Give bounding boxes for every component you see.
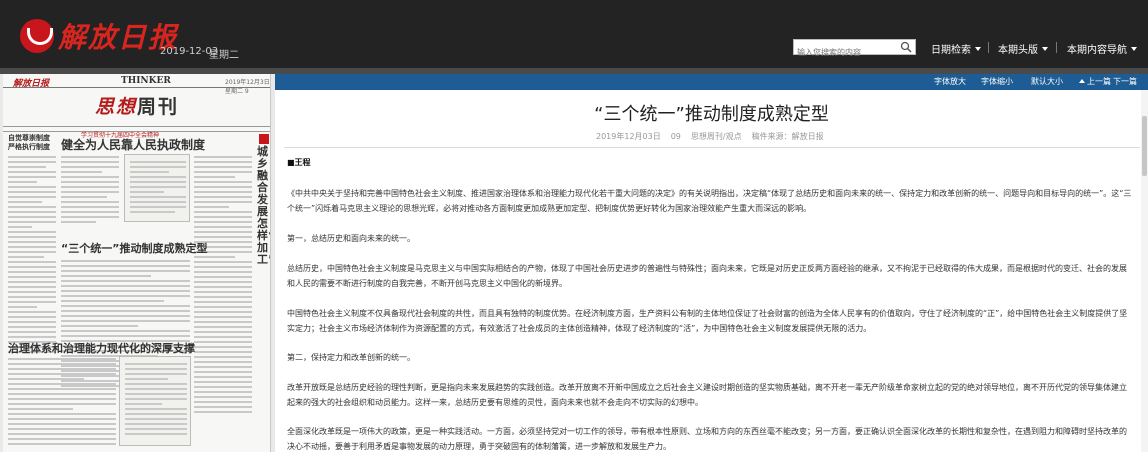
font-smaller-button[interactable]: 字体缩小 (981, 76, 1013, 87)
thumbnail-logo: 解放日报 (13, 79, 50, 89)
divider (284, 147, 1140, 148)
thumbnail-masthead: 解放日报 THINKER 2019年12月3日 星期二 9 (3, 74, 270, 95)
logo-emblem-icon (20, 19, 54, 53)
article-panel: 字体放大 字体缩小 默认大小 上一篇 下一篇 “三个统一”推动制度成熟定型 20… (275, 74, 1148, 452)
top-header: 解放日报 2019-12-03 星期二 日期检索 本期头版 本期内容导航 (0, 0, 1148, 68)
scrollbar-thumb[interactable] (1142, 116, 1147, 176)
chevron-down-icon (975, 46, 981, 51)
thumbnail-sidebar-box (119, 356, 191, 446)
search-box (793, 39, 916, 60)
thumbnail-text-block (61, 156, 119, 226)
font-larger-button[interactable]: 字体放大 (934, 76, 966, 87)
nav-content-navigation-label: 本期内容导航 (1067, 45, 1127, 56)
article-paragraph: 中国特色社会主义制度不仅具备现代社会制度的共性，而且具有独特的制度优势。在经济制… (287, 309, 1128, 333)
thumbnail-main-headline[interactable]: 健全为人民靠人民执政制度 (61, 136, 205, 153)
nav-date-search-label: 日期检索 (931, 45, 971, 56)
article-paragraph: 第一，总结历史和面向未来的统一。 (287, 234, 415, 243)
thumbnail-bottom-headline[interactable]: 治理体系和治理能力现代化的深厚支撑 (8, 340, 195, 356)
site-logo[interactable]: 解放日报 (20, 16, 178, 56)
thumbnail-red-tag (259, 134, 269, 144)
font-default-button[interactable]: 默认大小 (1031, 76, 1063, 87)
next-article-button[interactable]: 下一篇 (1113, 76, 1137, 87)
article-section[interactable]: 思想周刊/观点 (691, 132, 742, 141)
scrollbar[interactable] (1141, 90, 1148, 452)
nav-front-page-label: 本期头版 (998, 45, 1038, 56)
article-paragraph: 改革开放既是总结历史经验的理性判断，更是指向未来发展趋势的实践创造。改革开放离不… (287, 383, 1127, 407)
nav-divider (1056, 42, 1057, 53)
article-source: 稿件来源：解放日报 (751, 132, 824, 141)
search-input[interactable] (794, 45, 894, 60)
article-paragraph: 总结历史，中国特色社会主义制度是马克思主义与中国实际相结合的产物，体现了中国社会… (287, 264, 1127, 288)
current-weekday: 星期二 (209, 50, 239, 61)
chevron-down-icon (1042, 46, 1048, 51)
thumbnail-col1-title[interactable]: 自觉尊崇制度 严格执行制度 (8, 134, 58, 152)
article-page: 09 (670, 132, 681, 141)
thumbnail-issue-info: 2019年12月3日 星期二 9 (225, 79, 270, 95)
article-author: ■王程 (287, 158, 311, 167)
nav-content-navigation[interactable]: 本期内容导航 (1067, 41, 1137, 56)
thumbnail-section-title-red: 思想 (95, 96, 138, 118)
search-icon[interactable] (900, 41, 912, 53)
thumbnail-text-block (194, 156, 252, 416)
newspaper-page-thumbnail[interactable]: 解放日报 THINKER 2019年12月3日 星期二 9 思想周刊 学习贯彻十… (3, 74, 271, 452)
thumbnail-quote-box (124, 154, 190, 222)
article-title: “三个统一”推动制度成熟定型 (594, 104, 829, 125)
thumbnail-vertical-headline[interactable]: 城乡融合发展怎样“深加工” (257, 146, 270, 266)
thumbnail-section-title-black: 周刊 (137, 96, 180, 118)
nav-front-page[interactable]: 本期头版 (998, 41, 1048, 56)
chevron-up-icon (1079, 79, 1085, 83)
article-meta: 2019年12月03日 09 思想周刊/观点 稿件来源：解放日报 (596, 131, 824, 142)
thumbnail-sub-headline[interactable]: “三个统一”推动制度成熟定型 (61, 240, 207, 256)
chevron-down-icon (1131, 46, 1137, 51)
article-paragraph: 全面深化改革既是一项伟大的政策，更是一种实践活动。一方面，必须坚持党对一切工作的… (287, 427, 1127, 451)
thumbnail-thinker: THINKER (121, 76, 171, 86)
article-paragraph: 第二，保持定力和改革创新的统一。 (287, 353, 415, 362)
prev-article-label: 上一篇 (1087, 77, 1111, 86)
thumbnail-text-block (8, 358, 116, 448)
thumbnail-section-title: 思想周刊 (95, 92, 179, 119)
prev-article-button[interactable]: 上一篇 (1079, 76, 1111, 87)
article-toolbar: 字体放大 字体缩小 默认大小 上一篇 下一篇 (275, 74, 1148, 90)
article-paragraph: 《中共中央关于坚持和完善中国特色社会主义制度、推进国家治理体系和治理能力现代化若… (287, 189, 1132, 213)
thumbnail-text-block (8, 156, 56, 356)
nav-divider (988, 42, 989, 53)
article-date: 2019年12月03日 (596, 132, 661, 141)
nav-date-search[interactable]: 日期检索 (931, 41, 981, 56)
